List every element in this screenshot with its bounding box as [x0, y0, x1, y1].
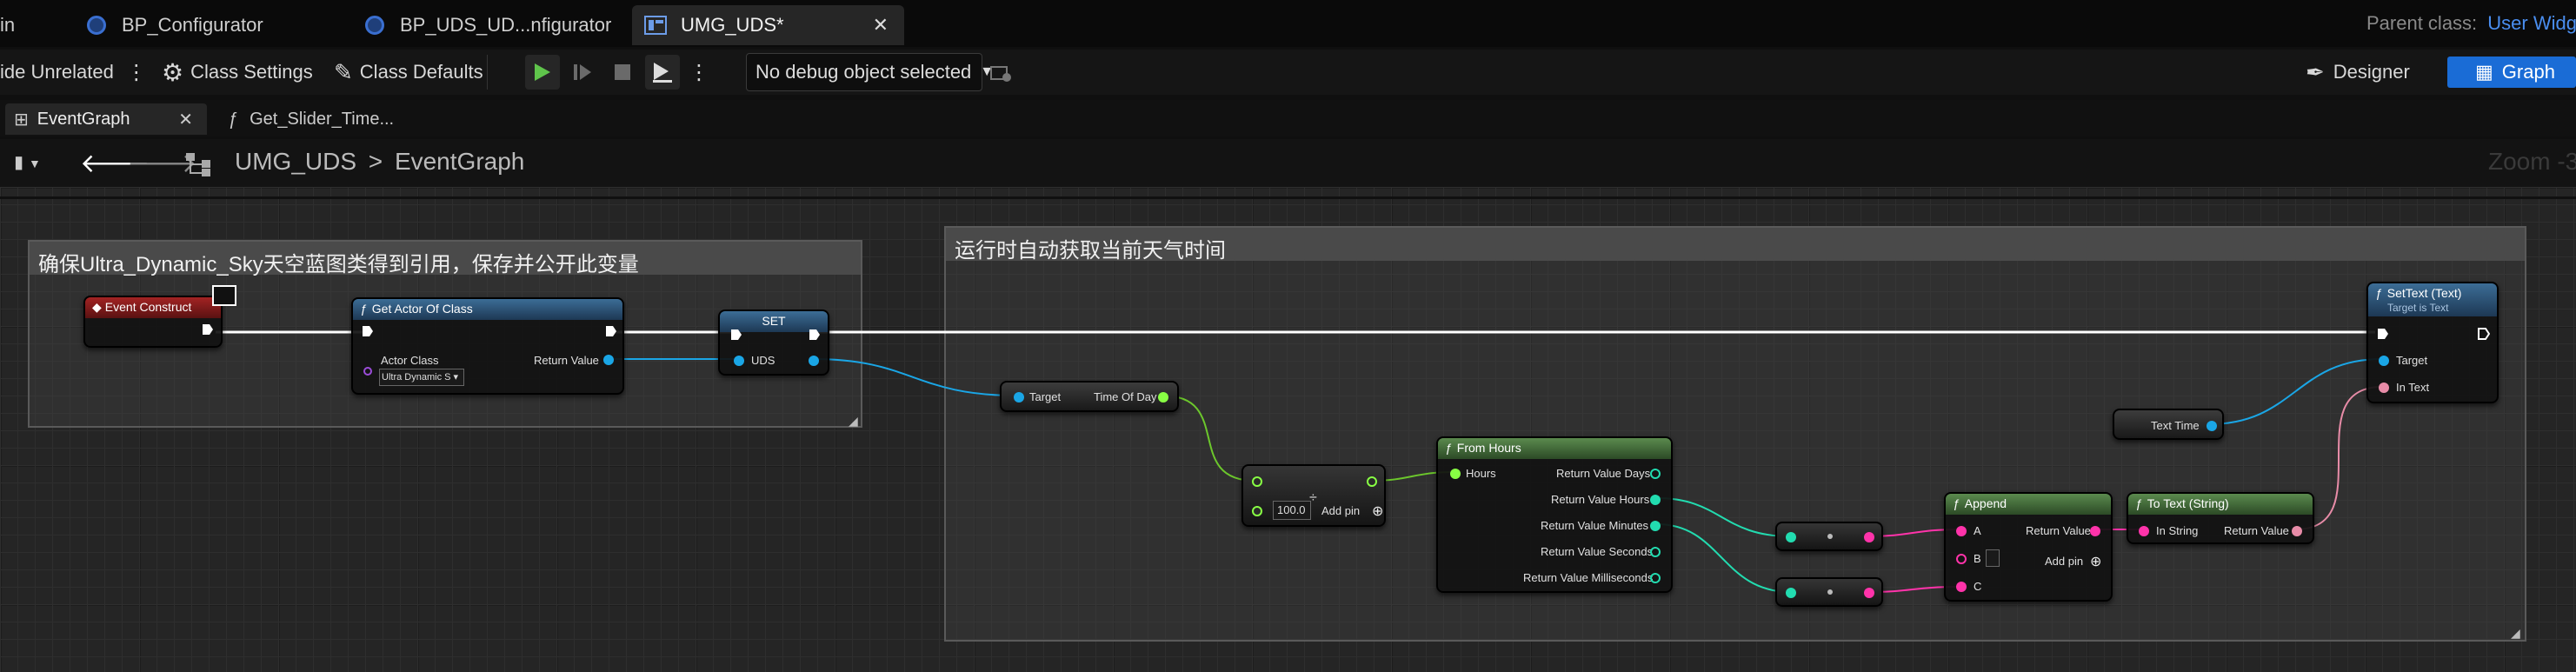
object-wire	[2207, 358, 2383, 425]
convert-dot	[1827, 534, 1833, 539]
string-out-pin[interactable]	[1864, 588, 1874, 598]
node-title: ƒ Get Actor Of Class	[353, 299, 622, 320]
resize-grip-icon[interactable]: ◢	[849, 414, 858, 429]
int-to-string-node[interactable]	[1775, 577, 1883, 607]
exec-in-pin[interactable]	[362, 325, 374, 337]
function-icon: ƒ	[360, 302, 367, 316]
b-text-input[interactable]	[1986, 549, 2000, 567]
output-label: Return Value Days	[1556, 467, 1651, 480]
node-title: ◆ Event Construct	[85, 297, 221, 318]
result-out-pin[interactable]	[1367, 476, 1377, 487]
in-text-pin[interactable]	[2379, 383, 2389, 393]
time-of-day-pin[interactable]	[1158, 392, 1168, 403]
add-pin-label[interactable]: Add pin	[1321, 504, 1360, 517]
function-icon: ƒ	[2375, 286, 2382, 300]
get-actor-of-class-node[interactable]: ƒ Get Actor Of Class Actor Class Ultra Dy…	[351, 297, 624, 395]
event-icon: ◆	[92, 300, 102, 314]
target-label: Target	[2396, 354, 2428, 367]
node-title: ƒ From Hours	[1438, 438, 1671, 459]
target-pin[interactable]	[2379, 356, 2389, 366]
ue-blueprint-editor: in BP_Configurator BP_UDS_UD...nfigurato…	[0, 0, 2576, 672]
node-comment-bubble[interactable]	[212, 285, 236, 306]
event-construct-node[interactable]: ◆ Event Construct	[83, 296, 223, 348]
a-in-pin[interactable]	[1252, 476, 1262, 487]
return-value-label: Return Value	[2224, 524, 2289, 537]
resize-grip-icon[interactable]: ◢	[2511, 626, 2520, 641]
return-value-pin[interactable]	[603, 355, 614, 365]
b-label: B	[1974, 552, 1981, 565]
add-pin-icon[interactable]: ⊕	[2090, 553, 2101, 570]
return-value-label: Return Value	[534, 354, 599, 367]
output-label: Return Value Minutes	[1541, 519, 1649, 532]
class-in-pin[interactable]	[363, 367, 372, 376]
in-string-pin[interactable]	[2139, 526, 2149, 536]
from-hours-node[interactable]: ƒ From Hours Hours Return Value Days Retu…	[1436, 436, 1673, 593]
function-icon: ƒ	[1953, 496, 1960, 510]
output-label: Return Value Seconds	[1541, 545, 1654, 558]
get-time-of-day-node[interactable]: Target Time Of Day	[1000, 381, 1179, 412]
return-value-label: Return Value	[2026, 524, 2091, 537]
exec-in-pin[interactable]	[730, 329, 742, 341]
function-icon: ƒ	[2135, 496, 2142, 510]
uds-in-pin[interactable]	[734, 356, 744, 366]
minutes-out-pin[interactable]	[1650, 521, 1661, 531]
milliseconds-out-pin[interactable]	[1650, 573, 1661, 583]
uds-label: UDS	[751, 354, 775, 367]
actor-class-select[interactable]: Ultra Dynamic S ▾	[379, 369, 464, 386]
add-pin-icon[interactable]: ⊕	[1372, 502, 1383, 520]
append-node[interactable]: ƒ Append A Return Value B Add pin ⊕ C	[1944, 492, 2113, 602]
function-icon: ƒ	[1445, 441, 1452, 455]
return-value-pin[interactable]	[2090, 526, 2100, 536]
in-string-label: In String	[2156, 524, 2199, 537]
settext-node[interactable]: ƒ SetText (Text) Target is Text Target In …	[2366, 282, 2499, 403]
exec-out-pin[interactable]	[605, 325, 617, 337]
exec-in-pin[interactable]	[2377, 328, 2389, 340]
text-time-label: Text Time	[2151, 419, 2200, 432]
seconds-out-pin[interactable]	[1650, 547, 1661, 557]
exec-out-pin[interactable]	[2478, 328, 2490, 340]
output-label: Return Value Hours	[1551, 493, 1650, 506]
hours-label: Hours	[1466, 467, 1496, 480]
in-text-label: In Text	[2396, 381, 2430, 394]
divide-node[interactable]: ÷ 100.0 Add pin ⊕	[1241, 464, 1386, 527]
text-time-pin[interactable]	[2207, 421, 2217, 431]
string-out-pin[interactable]	[1864, 532, 1874, 542]
hours-pin[interactable]	[1450, 469, 1461, 479]
output-label: Return Value Milliseconds	[1523, 571, 1654, 584]
b-pin[interactable]	[1956, 554, 1967, 564]
time-of-day-label: Time Of Day	[1094, 390, 1157, 403]
text-time-variable-node[interactable]: Text Time	[2113, 409, 2224, 440]
target-pin[interactable]	[1014, 392, 1024, 403]
a-pin[interactable]	[1956, 526, 1967, 536]
exec-out-pin[interactable]	[202, 323, 214, 336]
divisor-input[interactable]: 100.0	[1273, 501, 1311, 520]
a-label: A	[1974, 524, 1981, 537]
int-wire	[1656, 497, 1792, 537]
c-pin[interactable]	[1956, 582, 1967, 592]
uds-out-pin[interactable]	[809, 356, 819, 366]
target-label: Target	[1029, 390, 1062, 403]
int-in-pin[interactable]	[1786, 532, 1796, 542]
exec-out-pin[interactable]	[809, 329, 821, 341]
node-title: ƒ SetText (Text) Target is Text	[2368, 283, 2497, 316]
int-to-string-node[interactable]	[1775, 522, 1883, 551]
c-label: C	[1974, 580, 1982, 593]
add-pin-label[interactable]: Add pin	[2045, 555, 2083, 568]
hours-out-pin[interactable]	[1650, 495, 1661, 505]
b-in-pin[interactable]	[1252, 506, 1262, 516]
node-title: ƒ To Text (String)	[2128, 494, 2313, 515]
int-in-pin[interactable]	[1786, 588, 1796, 598]
object-wire	[812, 358, 1018, 396]
actor-class-label: Actor Class	[381, 354, 439, 367]
convert-dot	[1827, 589, 1833, 595]
to-text-string-node[interactable]: ƒ To Text (String) In String Return Value	[2127, 492, 2314, 544]
return-value-pin[interactable]	[2292, 526, 2302, 536]
node-title: ƒ Append	[1946, 494, 2111, 515]
days-out-pin[interactable]	[1650, 469, 1661, 479]
set-uds-node[interactable]: SET UDS	[718, 309, 829, 376]
